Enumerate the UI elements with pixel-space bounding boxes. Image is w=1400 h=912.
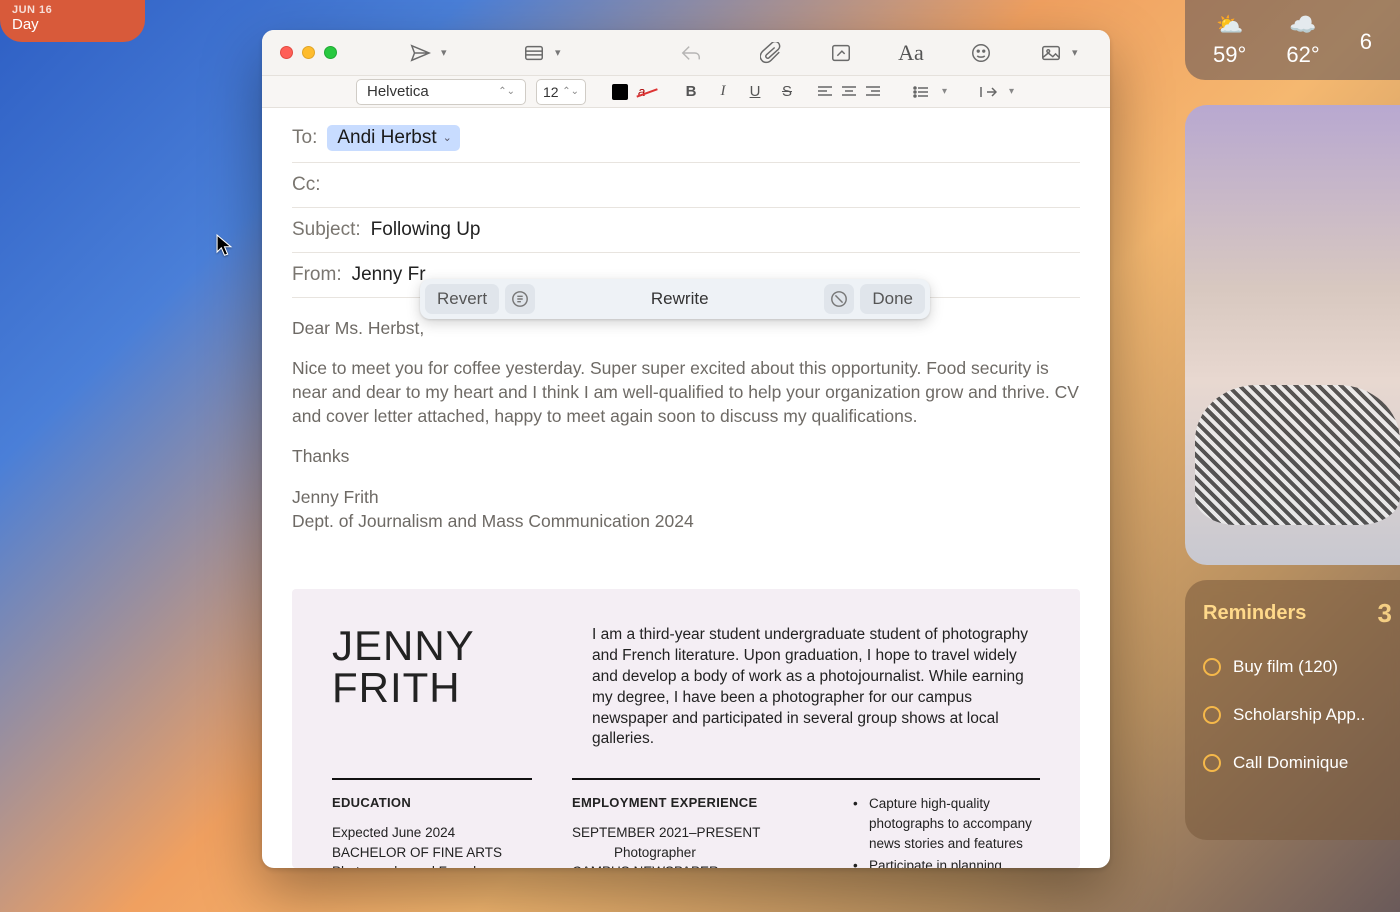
header-fields-button[interactable]: [517, 36, 551, 70]
resume-text: Expected June 2024: [332, 823, 532, 843]
writing-tools-rewrite-bar: Revert Rewrite Done: [420, 279, 930, 319]
resume-bullet: Participate in planning sessions with ed…: [847, 856, 1040, 868]
calendar-date: JUN 16: [12, 4, 133, 16]
cc-label: Cc:: [292, 174, 321, 196]
reminders-title: Reminders: [1203, 602, 1306, 625]
reminder-label: Scholarship App..: [1233, 705, 1365, 725]
reminder-checkbox-icon[interactable]: [1203, 754, 1221, 772]
font-family-select[interactable]: Helvetica ⌃⌄: [356, 79, 526, 105]
reminders-widget[interactable]: Reminders 3 Buy film (120) Scholarship A…: [1185, 580, 1400, 840]
chevron-updown-icon: ⌃⌄: [498, 86, 515, 97]
email-greeting: Dear Ms. Herbst,: [292, 316, 1080, 340]
photo-menu-chevron-icon[interactable]: ▾: [1072, 46, 1082, 59]
reply-button[interactable]: [674, 36, 708, 70]
signature-name: Jenny Frith: [292, 487, 379, 507]
next-suggestion-button[interactable]: [824, 284, 854, 314]
calendar-widget[interactable]: JUN 16 Day: [0, 0, 145, 42]
send-button[interactable]: [403, 36, 437, 70]
mail-compose-window: ▾ ▾ Aa ▾ Helvetica ⌃⌄: [262, 30, 1110, 868]
done-button[interactable]: Done: [860, 284, 925, 314]
underline-button[interactable]: U: [744, 81, 766, 103]
resume-bullet-list: Capture high-quality photographs to acco…: [847, 794, 1040, 868]
font-family-value: Helvetica: [367, 83, 429, 100]
reminder-label: Buy film (120): [1233, 657, 1338, 677]
header-menu-chevron-icon[interactable]: ▾: [555, 46, 565, 59]
window-fullscreen-button[interactable]: [324, 46, 337, 59]
resume-text: SEPTEMBER 2021–PRESENT: [572, 823, 807, 843]
reminder-checkbox-icon[interactable]: [1203, 658, 1221, 676]
from-label: From:: [292, 264, 342, 286]
resume-name: JENNYFRITH: [332, 625, 552, 751]
reminder-item[interactable]: Scholarship App..: [1203, 691, 1386, 739]
resume-intro: I am a third-year student undergraduate …: [592, 625, 1040, 751]
emoji-button[interactable]: [964, 36, 998, 70]
resume-text: CAMPUS NEWSPAPER: [572, 862, 807, 868]
list-menu-chevron-icon[interactable]: ▾: [942, 86, 947, 97]
indent-menu-chevron-icon[interactable]: ▾: [1009, 86, 1014, 97]
reminders-count: 3: [1378, 598, 1392, 629]
email-body-editor[interactable]: Dear Ms. Herbst, Nice to meet you for co…: [262, 298, 1110, 569]
mouse-cursor-icon: [216, 234, 233, 258]
email-thanks: Thanks: [292, 444, 1080, 468]
weather-widget[interactable]: ⛅ 59° ☁️ 62° 6: [1185, 0, 1400, 80]
weather-temp-2: 62°: [1286, 42, 1319, 68]
resume-text: BACHELOR OF FINE ARTS: [332, 843, 532, 863]
subject-label: Subject:: [292, 219, 361, 241]
list-button[interactable]: [910, 81, 932, 103]
email-paragraph: Nice to meet you for coffee yesterday. S…: [292, 356, 1080, 428]
resume-bullet: Capture high-quality photographs to acco…: [847, 794, 1040, 853]
recipient-pill[interactable]: Andi Herbst ⌄: [327, 125, 460, 151]
compose-headers: To: Andi Herbst ⌄ Cc: Subject: Following…: [262, 108, 1110, 298]
weather-temp-1: 59°: [1213, 42, 1246, 68]
from-value[interactable]: Jenny Fr: [352, 264, 426, 286]
photo-browser-button[interactable]: [1034, 36, 1068, 70]
subject-input[interactable]: Following Up: [371, 219, 481, 241]
font-size-select[interactable]: 12 ⌃⌄: [536, 79, 586, 105]
text-color-button[interactable]: [612, 84, 628, 100]
resume-education-heading: EDUCATION: [332, 794, 532, 813]
attach-button[interactable]: [754, 36, 788, 70]
resume-text: Photography and French Literature: [332, 862, 532, 868]
reminder-checkbox-icon[interactable]: [1203, 706, 1221, 724]
resume-employment-heading: EMPLOYMENT EXPERIENCE: [572, 794, 807, 813]
align-left-button[interactable]: [814, 81, 836, 103]
reminder-label: Call Dominique: [1233, 753, 1348, 773]
indent-button[interactable]: [977, 81, 999, 103]
strikethrough-button[interactable]: S: [776, 81, 798, 103]
calendar-day: Day: [12, 16, 133, 33]
window-minimize-button[interactable]: [302, 46, 315, 59]
weather-icon-cloudy: ☁️: [1286, 12, 1319, 38]
chevron-down-icon[interactable]: ⌄: [443, 131, 452, 144]
photos-widget[interactable]: [1185, 105, 1400, 565]
rewrite-title: Rewrite: [541, 289, 818, 309]
italic-button[interactable]: I: [712, 81, 734, 103]
cc-field-row[interactable]: Cc:: [292, 163, 1080, 208]
markup-button[interactable]: [824, 36, 858, 70]
weather-icon-partly-cloudy: ⛅: [1213, 12, 1246, 38]
resume-text: Photographer: [572, 843, 807, 863]
signature-dept: Dept. of Journalism and Mass Communicati…: [292, 511, 694, 531]
font-size-value: 12: [543, 84, 559, 100]
previous-suggestion-button[interactable]: [505, 284, 535, 314]
to-label: To:: [292, 127, 317, 149]
bold-button[interactable]: B: [680, 81, 702, 103]
clear-formatting-button[interactable]: a: [638, 84, 656, 100]
recipient-name: Andi Herbst: [337, 127, 436, 149]
resume-attachment-preview[interactable]: JENNYFRITH I am a third-year student und…: [292, 589, 1080, 868]
align-center-button[interactable]: [838, 81, 860, 103]
format-button[interactable]: Aa: [894, 36, 928, 70]
revert-button[interactable]: Revert: [425, 284, 499, 314]
weather-temp-3: 6: [1360, 29, 1372, 55]
reminder-item[interactable]: Call Dominique: [1203, 739, 1386, 787]
window-titlebar: ▾ ▾ Aa ▾: [262, 30, 1110, 75]
align-right-button[interactable]: [862, 81, 884, 103]
reminder-item[interactable]: Buy film (120): [1203, 643, 1386, 691]
window-close-button[interactable]: [280, 46, 293, 59]
to-field-row[interactable]: To: Andi Herbst ⌄: [292, 114, 1080, 163]
subject-field-row[interactable]: Subject: Following Up: [292, 208, 1080, 253]
format-toolbar: Helvetica ⌃⌄ 12 ⌃⌄ a B I U S ▾ ▾: [262, 75, 1110, 108]
send-menu-chevron-icon[interactable]: ▾: [441, 46, 451, 59]
chevron-updown-icon: ⌃⌄: [562, 86, 579, 97]
